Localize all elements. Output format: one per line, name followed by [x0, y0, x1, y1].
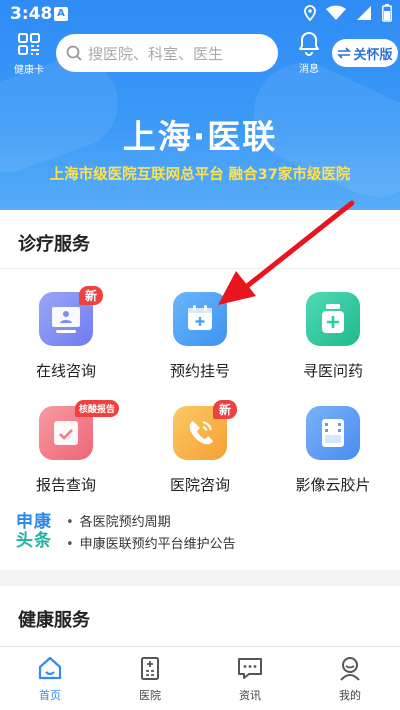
calendar-plus-icon — [173, 292, 227, 346]
tab-hospital[interactable]: 医院 — [100, 647, 200, 710]
tile-appointment[interactable]: 预约挂号 — [145, 292, 255, 381]
tab-me[interactable]: 我的 — [300, 647, 400, 710]
switch-arrows-icon — [337, 47, 352, 59]
divider — [0, 268, 400, 269]
covid-report-badge: 核酸报告 — [75, 400, 120, 417]
tile-label: 报告查询 — [35, 476, 96, 494]
care-mode-button[interactable]: 关怀版 — [332, 39, 398, 67]
search-icon — [66, 45, 82, 61]
bell-icon — [299, 32, 319, 56]
tab-label: 医院 — [139, 689, 161, 702]
messages-button[interactable]: 消息 — [292, 30, 326, 75]
chat-icon — [238, 658, 262, 679]
new-badge: 新 — [79, 286, 104, 305]
headlines-logo-line2: 头条 — [16, 531, 52, 551]
search-input[interactable]: 搜医院、科室、医生 — [56, 34, 278, 72]
tile-label: 影像云胶片 — [295, 476, 371, 494]
wifi-icon — [326, 5, 346, 20]
home-icon — [38, 656, 62, 680]
section-title: 健康服务 — [18, 610, 90, 631]
clinical-services-card: 诊疗服务 新 在线咨询 预约挂号 寻医问药 核酸报告 报告查询 新 医院咨询 影… — [0, 210, 400, 570]
tab-label: 首页 — [39, 689, 61, 702]
headlines-list: 各医院预约周期 申康医联预约平台维护公告 — [66, 512, 236, 556]
location-icon — [304, 5, 316, 21]
headline-item[interactable]: 各医院预约周期 — [66, 512, 236, 534]
status-time: 3:48 — [10, 4, 53, 24]
online-consult-icon: 新 — [39, 286, 104, 346]
tab-label: 我的 — [339, 689, 361, 702]
hero-header: 3:48 A 健康卡 搜医院、科室、医生 消息 关怀版 上海·医联 上海市级医院… — [0, 0, 400, 215]
report-check-icon: 核酸报告 — [39, 400, 120, 460]
tile-online-consult[interactable]: 新 在线咨询 — [11, 286, 121, 381]
tab-news[interactable]: 资讯 — [200, 647, 300, 710]
status-bar: 3:48 A — [0, 0, 400, 30]
hospital-icon — [141, 657, 159, 680]
tile-find-doctor[interactable]: 寻医问药 — [278, 292, 388, 381]
headlines-logo-line1: 申康 — [16, 512, 52, 532]
system-icons — [304, 4, 392, 22]
tile-label: 医院咨询 — [169, 476, 230, 494]
tile-cloud-film[interactable]: 影像云胶片 — [278, 406, 388, 495]
medicine-bottle-icon — [306, 292, 360, 346]
tile-label: 寻医问药 — [302, 362, 363, 380]
tile-report-query[interactable]: 核酸报告 报告查询 — [11, 400, 121, 495]
signal-icon — [357, 6, 371, 20]
tile-label: 预约挂号 — [169, 362, 230, 380]
messages-label: 消息 — [299, 64, 319, 75]
health-card-icon — [18, 33, 40, 55]
health-card-button[interactable]: 健康卡 — [10, 32, 48, 76]
tile-label: 在线咨询 — [35, 362, 96, 380]
health-services-card: 健康服务 — [0, 586, 400, 646]
phone-icon: 新 — [173, 400, 238, 460]
headline-item[interactable]: 申康医联预约平台维护公告 — [66, 534, 236, 556]
battery-icon — [382, 4, 392, 22]
headlines-logo: 申康 头条 — [16, 513, 60, 551]
tab-label: 资讯 — [239, 689, 261, 702]
search-placeholder: 搜医院、科室、医生 — [88, 44, 224, 63]
tile-hospital-consult[interactable]: 新 医院咨询 — [145, 400, 255, 495]
section-title: 诊疗服务 — [18, 234, 90, 255]
top-toolbar: 健康卡 搜医院、科室、医生 消息 关怀版 — [0, 30, 400, 80]
shenkang-headlines: 申康 头条 各医院预约周期 申康医联预约平台维护公告 — [16, 512, 386, 558]
bottom-tab-bar: 首页 医院 资讯 我的 — [0, 646, 400, 710]
notification-badge: A — [54, 7, 68, 21]
care-mode-label: 关怀版 — [353, 47, 393, 63]
tab-home[interactable]: 首页 — [0, 647, 100, 710]
user-icon — [340, 657, 360, 681]
brand-subtitle: 上海市级医院互联网总平台 融合37家市级医院 — [49, 167, 351, 183]
film-icon — [306, 406, 360, 460]
new-badge: 新 — [213, 400, 238, 419]
health-card-label: 健康卡 — [14, 65, 44, 76]
brand-title: 上海·医联 — [122, 117, 278, 156]
